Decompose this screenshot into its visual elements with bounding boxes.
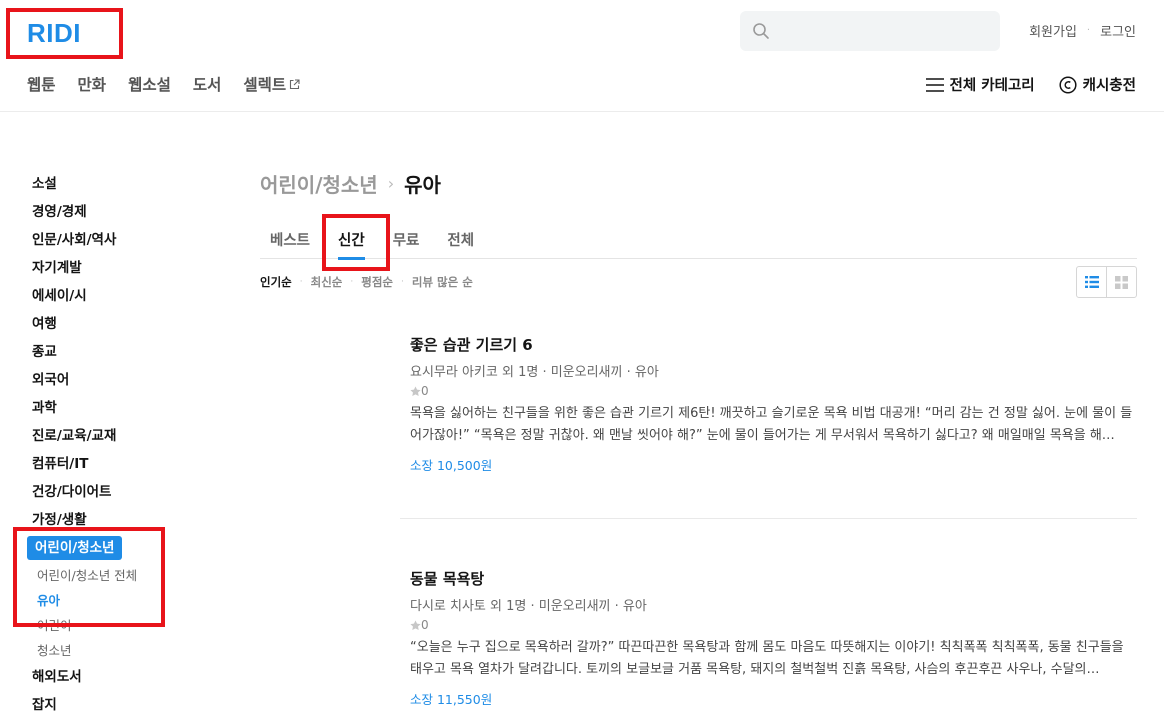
nav-select[interactable]: 셀렉트 <box>243 73 300 95</box>
list-view-icon <box>1084 276 1099 288</box>
star-icon <box>410 385 421 396</box>
separator-dot: · <box>299 277 303 287</box>
book-price: 소장 11,550원 <box>410 692 493 707</box>
book-item[interactable]: 동물 목욕탕 다시로 치사토 외 1명 · 미운오리새끼 · 유아 0 “오늘은… <box>410 568 1137 708</box>
coin-icon <box>1059 75 1077 94</box>
sidebar-item-religion[interactable]: 종교 <box>32 341 182 369</box>
all-categories-label: 전체 카테고리 <box>949 78 1035 94</box>
book-rating: 0 <box>410 384 1137 398</box>
view-toggle <box>1076 266 1137 298</box>
book-item[interactable]: 좋은 습관 기르기 6 요시무라 아키코 외 1명 · 미운오리새끼 · 유아 … <box>410 334 1137 474</box>
sidebar-item-novel[interactable]: 소설 <box>32 173 182 201</box>
sidebar-item-language[interactable]: 외국어 <box>32 369 182 397</box>
auth-links: 회원가입 · 로그인 <box>1029 21 1136 40</box>
cash-charge-button[interactable]: 캐시충전 <box>1059 74 1136 95</box>
separator-dot: · <box>401 277 404 287</box>
search-input[interactable] <box>740 11 1000 51</box>
sidebar-item-health[interactable]: 건강/다이어트 <box>32 481 182 509</box>
chevron-right-icon: › <box>387 174 395 193</box>
sort-reviews[interactable]: 리뷰 많은 순 <box>412 274 473 290</box>
book-price: 소장 10,500원 <box>410 458 493 473</box>
nav-comics[interactable]: 만화 <box>78 73 107 95</box>
sidebar-item-science[interactable]: 과학 <box>32 397 182 425</box>
book-description: “오늘은 누구 집으로 목욕하러 갈까?” 따끈따끈한 목욕탕과 함께 몸도 마… <box>410 640 1124 677</box>
external-link-icon <box>290 78 300 89</box>
sidebar-subitem-teen[interactable]: 청소년 <box>32 641 182 666</box>
separator-dot: · <box>350 277 354 287</box>
sidebar-item-self-help[interactable]: 자기계발 <box>32 257 182 285</box>
breadcrumb: 어린이/청소년 › 유아 <box>260 169 441 198</box>
nav-webnovel[interactable]: 웹소설 <box>128 73 171 95</box>
highlight-box-logo <box>6 8 123 59</box>
signup-link[interactable]: 회원가입 <box>1029 21 1077 40</box>
all-categories-button[interactable]: 전체 카테고리 <box>925 74 1035 95</box>
sort-latest[interactable]: 최신순 <box>311 274 343 290</box>
sidebar-item-humanities[interactable]: 인문/사회/역사 <box>32 229 182 257</box>
login-link[interactable]: 로그인 <box>1100 21 1136 40</box>
rating-count: 0 <box>421 618 429 632</box>
category-sidebar: 소설 경영/경제 인문/사회/역사 자기계발 에세이/시 여행 종교 외국어 과… <box>27 173 182 722</box>
header-utilities: 전체 카테고리 캐시충전 <box>902 74 1136 95</box>
book-title[interactable]: 동물 목욕탕 <box>410 568 1137 589</box>
grid-view-icon <box>1115 275 1129 289</box>
header-divider <box>0 111 1164 112</box>
separator-dot: · <box>1086 25 1091 36</box>
nav-webtoon[interactable]: 웹툰 <box>27 73 56 95</box>
breadcrumb-parent[interactable]: 어린이/청소년 <box>260 169 378 198</box>
sort-rating[interactable]: 평점순 <box>361 274 393 290</box>
sidebar-item-computer[interactable]: 컴퓨터/IT <box>32 453 182 481</box>
sidebar-item-education[interactable]: 진로/교육/교재 <box>32 425 182 453</box>
sidebar-item-essay[interactable]: 에세이/시 <box>32 285 182 313</box>
highlight-box-category <box>13 527 165 627</box>
page-title: 유아 <box>404 173 441 197</box>
search-icon <box>753 23 769 39</box>
nav-books[interactable]: 도서 <box>193 73 222 95</box>
tab-best[interactable]: 베스트 <box>260 225 320 259</box>
content-tabs: 베스트 신간 무료 전체 <box>260 225 1137 260</box>
highlight-box-new-tab <box>322 214 390 271</box>
book-meta: 요시무라 아키코 외 1명 · 미운오리새끼 · 유아 <box>410 365 659 380</box>
menu-icon <box>925 77 944 92</box>
book-description: 목욕을 싫어하는 친구들을 위한 좋은 습관 기르기 제6탄! 깨끗하고 슬기로… <box>410 406 1133 443</box>
sort-popular[interactable]: 인기순 <box>260 274 292 290</box>
sidebar-item-travel[interactable]: 여행 <box>32 313 182 341</box>
sort-options: 인기순 · 최신순 · 평점순 · 리뷰 많은 순 <box>260 274 473 290</box>
rating-count: 0 <box>421 384 429 398</box>
cash-charge-label: 캐시충전 <box>1082 78 1136 94</box>
list-view-button[interactable] <box>1077 267 1106 297</box>
book-meta: 다시로 치사토 외 1명 · 미운오리새끼 · 유아 <box>410 599 647 614</box>
global-nav: 웹툰 만화 웹소설 도서 셀렉트 <box>27 73 322 95</box>
book-rating: 0 <box>410 618 1137 632</box>
star-icon <box>410 619 421 630</box>
list-divider <box>400 518 1137 519</box>
sidebar-item-business[interactable]: 경영/경제 <box>32 201 182 229</box>
sidebar-item-foreign-books[interactable]: 해외도서 <box>32 666 182 694</box>
book-title[interactable]: 좋은 습관 기르기 6 <box>410 334 1137 355</box>
nav-select-label: 셀렉트 <box>243 76 287 94</box>
sidebar-item-magazine[interactable]: 잡지 <box>32 694 182 722</box>
grid-view-button[interactable] <box>1106 267 1136 297</box>
tab-all[interactable]: 전체 <box>437 225 484 259</box>
